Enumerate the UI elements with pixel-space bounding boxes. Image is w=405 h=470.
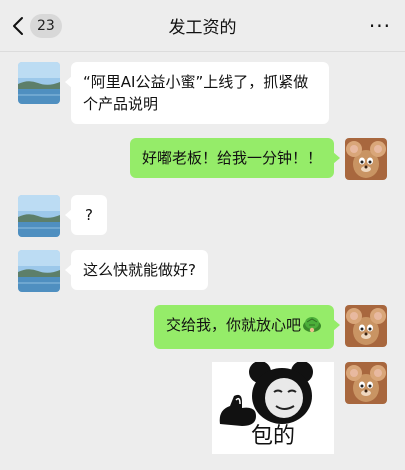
contact-avatar[interactable]	[18, 250, 60, 292]
message-bubble[interactable]: 这么快就能做好?	[65, 250, 208, 290]
chat-title: 发工资的	[168, 18, 237, 38]
turtle-emoji-icon	[302, 314, 322, 340]
message-bubble[interactable]: ?	[65, 195, 107, 235]
message-row: 这么快就能做好?	[18, 250, 208, 292]
contact-avatar[interactable]	[18, 195, 60, 237]
contact-avatar[interactable]	[18, 62, 60, 104]
user-avatar[interactable]	[345, 138, 387, 180]
sticker-image[interactable]: 包的	[212, 362, 334, 454]
user-avatar[interactable]	[345, 305, 387, 347]
message-row: “阿里AI公益小蜜”上线了，抓紧做个产品说明	[18, 62, 329, 124]
message-row: 包的	[212, 362, 387, 454]
message-bubble[interactable]: “阿里AI公益小蜜”上线了，抓紧做个产品说明	[65, 62, 329, 124]
chat-header: 23 发工资的 ···	[0, 0, 405, 52]
chevron-left-icon[interactable]	[12, 16, 24, 36]
more-dots-icon[interactable]: ···	[369, 16, 391, 36]
message-row: 好嘟老板！给我一分钟！！	[129, 138, 387, 180]
sticker-caption: 包的	[250, 424, 295, 449]
message-bubble[interactable]: 交给我，你就放心吧	[153, 305, 341, 349]
message-row: ?	[18, 195, 107, 237]
message-row: 交给我，你就放心吧	[153, 305, 387, 349]
message-text: 交给我，你就放心吧	[165, 316, 301, 334]
message-bubble[interactable]: 好嘟老板！给我一分钟！！	[129, 138, 341, 178]
back-button[interactable]: 23	[12, 13, 62, 38]
unread-count-badge[interactable]: 23	[30, 13, 62, 38]
user-avatar[interactable]	[345, 362, 387, 404]
